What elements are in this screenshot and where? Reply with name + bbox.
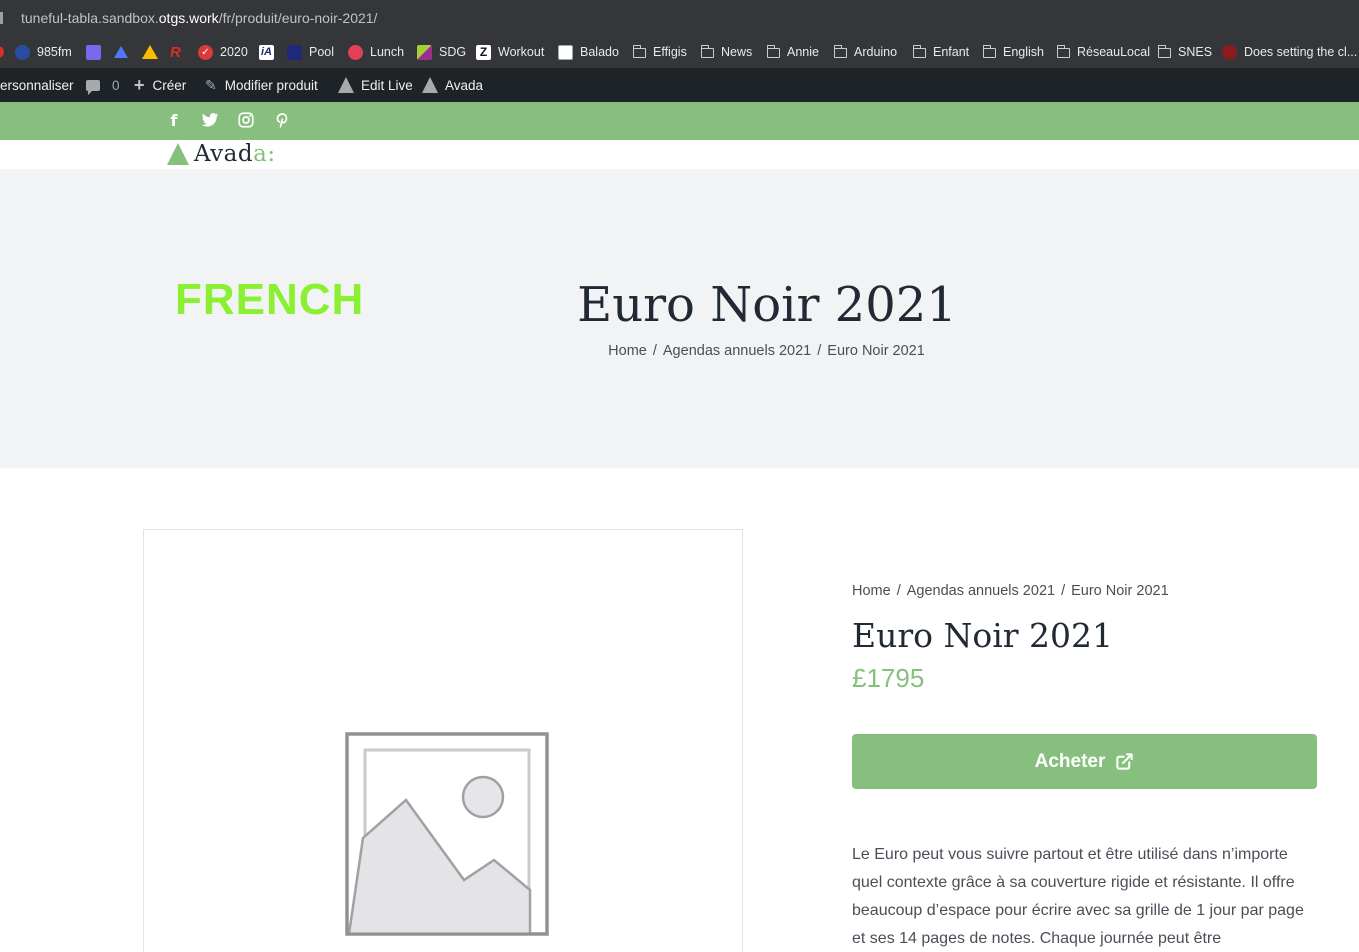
folder-icon [1157,45,1171,58]
balado-icon [558,44,573,60]
admin-edit-product-link[interactable]: ✎ Modifier produit [205,68,318,102]
bookmark-ia[interactable]: iA [259,44,281,60]
folder-icon [912,45,926,58]
breadcrumb-home[interactable]: Home [852,583,891,599]
bookmark-sdg[interactable]: SDG [417,44,466,60]
bookmark-grid[interactable] [86,44,108,60]
buy-button-label: Acheter [1034,750,1106,772]
bookmark-english[interactable]: English [982,44,1044,60]
bookmark-effigis[interactable]: Effigis [632,44,687,60]
breadcrumb-separator: / [652,343,657,359]
product-title: Euro Noir 2021 [852,616,1114,655]
admin-edit-live-link[interactable]: Edit Live [338,68,413,102]
r-logo-icon: R [170,43,181,61]
external-link-icon [1116,753,1134,770]
facebook-icon[interactable]: f [164,111,184,131]
product-price: £1795 [852,663,925,693]
folder-icon [700,45,714,58]
buy-button[interactable]: Acheter [852,734,1317,789]
admin-customize-link[interactable]: ersonnaliser [0,68,74,102]
instagram-icon[interactable] [236,111,256,131]
product-breadcrumb: Home / Agendas annuels 2021 / Euro Noir 2021 [852,583,1317,599]
bookmark-news[interactable]: News [700,44,752,60]
admin-comments-link[interactable]: 0 [86,68,120,102]
plus-icon: + [134,74,145,95]
breadcrumb-current: Euro Noir 2021 [827,343,925,359]
url-text[interactable]: tuneful-tabla.sandbox.otgs.work/fr/produ… [21,10,377,26]
page-title: Euro Noir 2021 [577,277,957,333]
wp-admin-bar: ersonnaliser 0 + Créer ✎ Modifier produit … [0,68,1359,102]
folder-icon [982,45,996,58]
bookmark-icon [0,46,4,58]
comment-icon [86,79,100,95]
avada-live-icon [338,77,354,93]
avada-logo-icon [167,143,189,165]
breadcrumb-separator: / [817,343,822,359]
breadcrumb: Home / Agendas annuels 2021 / Euro Noir 2021 [0,343,1359,359]
breadcrumb-category[interactable]: Agendas annuels 2021 [663,343,811,359]
folder-icon [632,45,646,58]
bookmark-985fm[interactable]: 985fm [15,44,72,60]
bookmark-2020[interactable]: ✓ 2020 [198,44,248,60]
product-summary: Home / Agendas annuels 2021 / Euro Noir 2021… [852,583,1317,947]
bookmark-annie[interactable]: Annie [766,44,819,60]
breadcrumb-separator: / [1061,583,1066,599]
bookmark-balado[interactable]: Balado [558,44,619,60]
product-description: Le Euro peut vous suivre partout et être… [852,846,1304,947]
twitter-icon[interactable] [200,111,220,131]
bookmark-reseaulocal[interactable]: RéseauLocal [1056,44,1150,60]
site-header: Avada: [0,140,1359,169]
bookmark-snes[interactable]: SNES [1157,44,1212,60]
dropbox-icon [114,46,128,58]
bookmarks-bar: 985fm R ✓ 2020 iA Pool Lunch SDG Z Workout… [0,37,1359,68]
pencil-icon: ✎ [205,76,217,93]
folder-icon [833,45,847,58]
ia-writer-icon: iA [259,44,274,60]
admin-avada-link[interactable]: Avada [422,68,483,102]
bookmark-does-setting[interactable]: Does setting the cl... [1222,44,1357,60]
drive-icon [142,45,158,59]
check-circle-icon: ✓ [198,44,213,60]
bookmark-dropbox[interactable] [114,44,135,60]
product-image[interactable] [143,529,743,952]
pinterest-icon[interactable] [272,111,292,131]
breadcrumb-category[interactable]: Agendas annuels 2021 [907,583,1055,599]
z-icon: Z [476,44,491,60]
browser-address-bar[interactable]: tuneful-tabla.sandbox.otgs.work/fr/produ… [0,0,1359,37]
bookmark-r[interactable]: R [170,44,192,60]
bookmark-pool[interactable]: Pool [287,44,334,60]
page-icon [1222,44,1237,60]
grid-icon [86,44,101,60]
radio-icon [15,44,30,60]
folder-icon [766,45,780,58]
admin-create-link[interactable]: + Créer [134,68,186,102]
bookmark-lunch[interactable]: Lunch [348,44,404,60]
sdg-icon [417,44,432,60]
pool-icon [287,44,302,60]
avada-icon [422,77,438,93]
breadcrumb-home[interactable]: Home [608,343,647,359]
bookmark-arduino[interactable]: Arduino [833,44,897,60]
site-logo[interactable]: Avada: [167,140,276,168]
lunch-icon [348,44,363,60]
folder-icon [1056,45,1070,58]
logo-text: Avada: [194,141,276,167]
bookmark-workout[interactable]: Z Workout [476,44,544,60]
bookmark-enfant[interactable]: Enfant [912,44,969,60]
image-placeholder-icon [345,732,549,936]
breadcrumb-separator: / [896,583,901,599]
bookmark-drive[interactable] [142,44,165,60]
social-bar: f [0,102,1359,140]
bookmark-partial[interactable] [0,44,11,60]
breadcrumb-current: Euro Noir 2021 [1071,583,1169,599]
site-info-icon[interactable] [0,12,3,24]
